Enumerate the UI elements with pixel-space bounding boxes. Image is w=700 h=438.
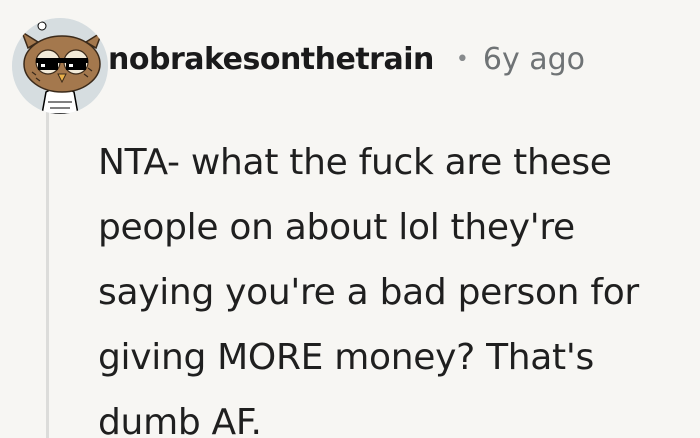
thread-line[interactable] (46, 112, 49, 438)
comment-body: NTA- what the fuck are these people on a… (98, 130, 688, 438)
comment-header: nobrakesonthetrain • 6y ago (108, 36, 585, 82)
username-link[interactable]: nobrakesonthetrain (108, 42, 434, 77)
separator-dot: • (455, 46, 469, 72)
avatar-svg (12, 18, 108, 114)
comment-body-line: saying you're a bad person for (98, 272, 639, 313)
comment-body-line: people on about lol they're (98, 207, 575, 248)
comment-body-line: giving MORE money? That's (98, 337, 594, 378)
comment-body-line: NTA- what the fuck are these (98, 142, 612, 183)
owl-avatar-with-sunglasses-icon[interactable] (12, 18, 108, 114)
comment: nobrakesonthetrain • 6y ago NTA- what th… (0, 0, 700, 438)
comment-body-line: dumb AF. (98, 402, 262, 438)
comment-age[interactable]: 6y ago (483, 42, 585, 77)
